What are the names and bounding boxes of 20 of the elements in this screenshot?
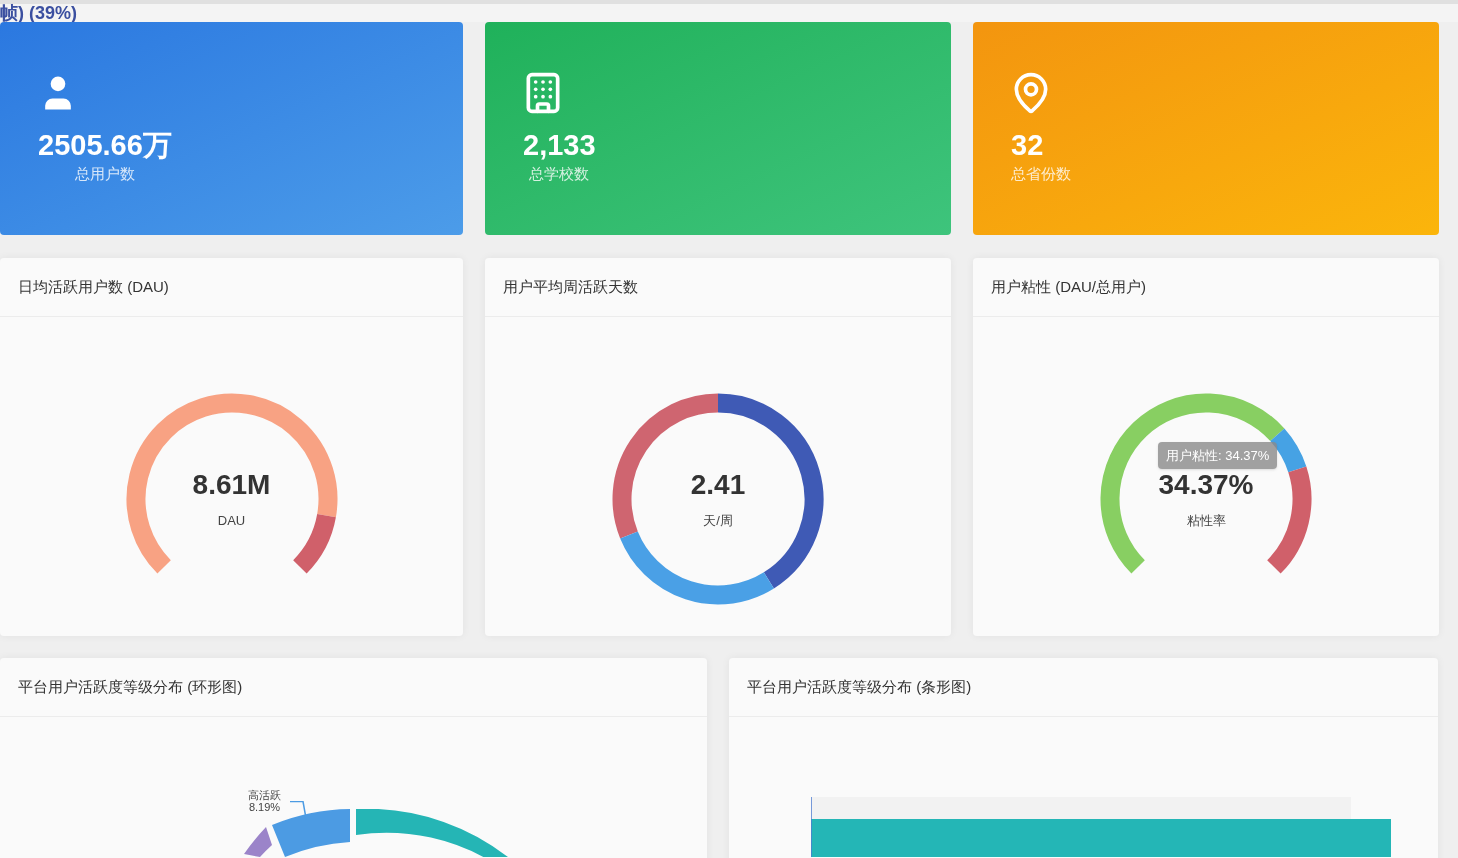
tooltip: 用户粘性: 34.37% xyxy=(1158,441,1278,469)
stat-label: 总学校数 xyxy=(529,164,590,185)
stat-value: 2505.66万 xyxy=(38,128,172,164)
gauge-unit: 粘性率 xyxy=(1186,511,1226,530)
stat-label: 总用户数 xyxy=(74,164,135,185)
panel-title: 用户粘性 (DAU/总用户) xyxy=(991,276,1146,297)
gauge-value: 2.41 xyxy=(690,470,746,499)
slice-share: 8.19% xyxy=(248,801,281,813)
panel-title: 用户平均周活跃天数 xyxy=(503,276,638,297)
panel-title: 平台用户活跃度等级分布 (条形图) xyxy=(747,676,972,697)
stat-label: 总省份数 xyxy=(1011,164,1071,185)
stat-value: 2,133 xyxy=(523,128,596,164)
gauge-value: 34.37% xyxy=(1158,470,1254,499)
slice-label: 高活跃 xyxy=(248,789,281,801)
panel-title: 日均活跃用户数 (DAU) xyxy=(18,276,169,297)
gauge-unit: 天/周 xyxy=(703,511,733,530)
stat-value: 32 xyxy=(1011,128,1044,164)
panel-title: 平台用户活跃度等级分布 (环形图) xyxy=(18,676,243,697)
gauge-unit: DAU xyxy=(217,511,246,530)
gauge-value: 8.61M xyxy=(192,470,271,499)
